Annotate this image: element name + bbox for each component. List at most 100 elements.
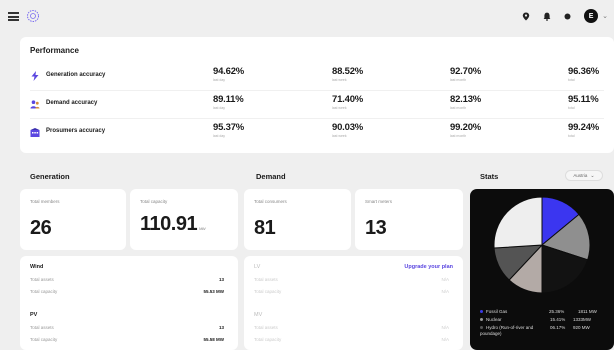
metric-period: last day: [213, 106, 226, 110]
performance-title: Performance: [30, 46, 79, 55]
generation-assets-card: Wind Total assets 13 Total capacity 55.5…: [20, 256, 238, 350]
bell-icon[interactable]: [542, 12, 551, 21]
legend-name: Nuclear: [486, 317, 502, 322]
stats-card: Fossil Gas 25.36% 1811 MW Nuclear 15.41%…: [470, 189, 614, 350]
metric-total: 96.36% total: [568, 66, 599, 82]
top-bar: E ⌄: [0, 0, 614, 36]
total-capacity-card: Total capacity 110.91 MW: [130, 189, 238, 250]
total-capacity-unit: MW: [199, 226, 206, 231]
pv-assets-value: 13: [218, 325, 224, 330]
avatar[interactable]: E: [584, 9, 599, 23]
wind-capacity-value: 55.53 MW: [203, 289, 224, 294]
lv-assets-label: Total assets: [254, 277, 278, 282]
metric-last-day: 89.11% last day: [213, 94, 244, 110]
lv-capacity-label: Total capacity: [254, 289, 282, 294]
metric-value: 82.13%: [450, 94, 482, 105]
legend-item: Hydro (Run-of-river and poundage): [480, 325, 536, 336]
menu-icon[interactable]: [8, 12, 19, 21]
bolt-icon: [30, 71, 40, 81]
performance-row-generation: Generation accuracy 94.62% last day 88.5…: [20, 65, 614, 89]
metric-total: 95.11% total: [568, 94, 599, 110]
lv-capacity-value: N/A: [441, 289, 449, 294]
metric-period: last month: [450, 78, 467, 82]
performance-row-label: Prosumers accuracy: [46, 128, 106, 134]
region-select[interactable]: Austria ⌄: [565, 170, 603, 181]
mv-capacity-label: Total capacity: [254, 337, 282, 342]
upgrade-plan-link[interactable]: Upgrade your plan: [404, 264, 453, 270]
metric-last-week: 90.03% last week: [332, 122, 363, 138]
total-consumers-card: Total consumers 81: [244, 189, 351, 250]
wind-title: Wind: [30, 264, 44, 270]
metric-period: last month: [450, 134, 467, 138]
metric-value: 71.40%: [332, 94, 364, 105]
performance-row-demand: Demand accuracy 89.11% last day 71.40% l…: [20, 93, 614, 117]
metric-value: 99.24%: [568, 122, 600, 133]
wind-assets-value: 13: [218, 277, 224, 282]
metric-last-month: 99.20% last month: [450, 122, 481, 138]
metric-value: 96.36%: [568, 66, 600, 77]
smart-meters-card: Smart meters 13: [355, 189, 463, 250]
legend-percent: 15.41%: [550, 317, 566, 322]
legend-dot: [480, 310, 483, 314]
total-members-label: Total members: [30, 199, 60, 204]
mv-title: MV: [254, 312, 263, 318]
metric-period: last week: [332, 134, 347, 138]
metric-last-month: 82.13% last month: [450, 94, 481, 110]
legend-dot: [480, 318, 483, 322]
chevron-down-icon[interactable]: ⌄: [602, 12, 608, 20]
divider: [30, 118, 604, 119]
lv-title: LV: [254, 264, 261, 270]
metric-total: 99.24% total: [568, 122, 599, 138]
performance-card: Performance Generation accuracy 94.62% l…: [20, 37, 614, 153]
legend-percent: 06.17%: [550, 325, 566, 330]
performance-row-label: Demand accuracy: [46, 100, 98, 106]
legend-value: 1811 MW: [578, 309, 597, 314]
metric-period: last day: [213, 78, 226, 82]
metric-value: 90.03%: [332, 122, 364, 133]
pv-title: PV: [30, 312, 38, 318]
building-icon: [30, 127, 40, 137]
stats-title: Stats: [480, 172, 499, 181]
smart-meters-value: 13: [365, 217, 387, 239]
metric-period: last day: [213, 134, 226, 138]
mv-capacity-value: N/A: [441, 337, 449, 342]
legend-name: Fossil Gas: [486, 309, 508, 314]
total-consumers-label: Total consumers: [254, 199, 287, 204]
total-capacity-display: 110.91 MW: [140, 213, 206, 236]
lv-assets-value: N/A: [441, 277, 449, 282]
legend-item: Fossil Gas: [480, 309, 507, 314]
demand-title: Demand: [256, 172, 286, 181]
pie-slice-5[interactable]: [493, 196, 543, 249]
legend-dot: [480, 326, 483, 330]
pv-capacity-label: Total capacity: [30, 337, 58, 342]
metric-period: total: [568, 78, 575, 82]
metric-value: 88.52%: [332, 66, 364, 77]
metric-value: 89.11%: [213, 94, 244, 105]
total-consumers-value: 81: [254, 217, 276, 239]
mv-assets-value: N/A: [441, 325, 449, 330]
top-icons: E ⌄: [521, 9, 608, 23]
location-pin-icon[interactable]: [521, 12, 530, 21]
sparkle-logo-icon[interactable]: [26, 9, 40, 23]
legend-percent: 25.36%: [549, 309, 565, 314]
people-icon: [30, 99, 40, 109]
metric-last-month: 92.70% last month: [450, 66, 481, 82]
mv-assets-label: Total assets: [254, 325, 278, 330]
generation-title: Generation: [30, 172, 70, 181]
metric-value: 99.20%: [450, 122, 482, 133]
metric-value: 94.62%: [213, 66, 245, 77]
performance-row-prosumers: Prosumers accuracy 95.37% last day 90.03…: [20, 121, 614, 145]
total-capacity-label: Total capacity: [140, 199, 168, 204]
metric-last-week: 71.40% last week: [332, 94, 363, 110]
metric-last-day: 95.37% last day: [213, 122, 244, 138]
metric-period: last month: [450, 106, 467, 110]
total-members-value: 26: [30, 217, 52, 239]
legend-value: 1333MW: [573, 317, 592, 322]
metric-value: 95.37%: [213, 122, 245, 133]
pv-assets-label: Total assets: [30, 325, 54, 330]
metric-last-day: 94.62% last day: [213, 66, 244, 82]
smart-meters-label: Smart meters: [365, 199, 393, 204]
legend-value: 920 MW: [573, 325, 590, 330]
legend-item: Nuclear: [480, 317, 502, 322]
dot-icon[interactable]: [563, 12, 572, 21]
